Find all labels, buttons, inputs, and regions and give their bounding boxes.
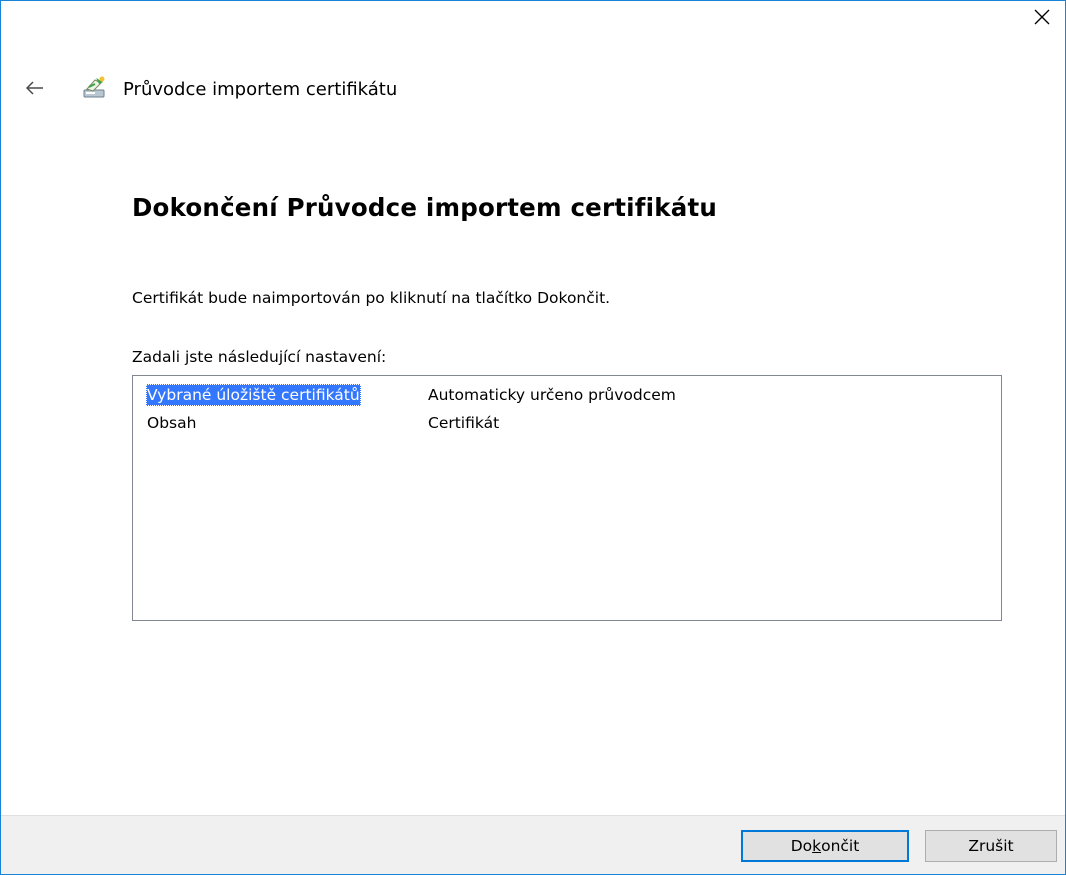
wizard-window: Průvodce importem certifikátu Dokončení … (0, 0, 1066, 875)
close-button[interactable] (1019, 1, 1065, 33)
cancel-button[interactable]: Zrušit (925, 830, 1057, 862)
list-item-value: Certifikát (428, 414, 500, 432)
list-item-name: Obsah (147, 414, 197, 432)
info-text: Certifikát bude naimportován po kliknutí… (132, 289, 611, 307)
close-icon (1034, 9, 1050, 25)
finish-label-part: Do (790, 837, 813, 855)
wizard-title: Průvodce importem certifikátu (123, 79, 398, 100)
back-arrow-icon (26, 81, 43, 95)
list-item-certificate-store[interactable]: Vybrané úložiště certifikátů Automaticky… (146, 383, 986, 407)
page-heading: Dokončení Průvodce importem certifikátu (132, 193, 718, 222)
button-bar: Do k ončit Zrušit (1, 815, 1065, 874)
finish-label-part: ončit (821, 837, 860, 855)
finish-accelerator: k (812, 837, 822, 855)
back-button[interactable] (23, 76, 47, 100)
list-item-name: Vybrané úložiště certifikátů (146, 384, 361, 406)
settings-label: Zadali jste následující nastavení: (132, 348, 387, 366)
finish-button[interactable]: Do k ončit (741, 830, 909, 862)
certificate-wizard-icon (83, 76, 105, 98)
list-item-content[interactable]: Obsah Certifikát (146, 411, 986, 435)
list-item-value: Automaticky určeno průvodcem (428, 386, 676, 404)
settings-list[interactable]: Vybrané úložiště certifikátů Automaticky… (132, 375, 1002, 621)
